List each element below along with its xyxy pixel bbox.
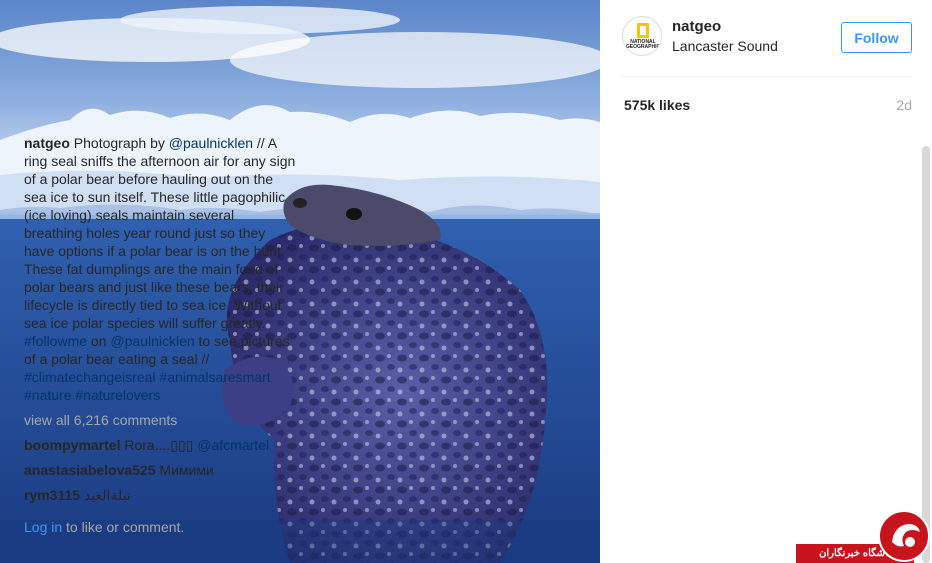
watermark: باشگاه خبرنگاران xyxy=(796,510,932,563)
login-link[interactable]: Log in xyxy=(24,519,62,535)
comment-username[interactable]: anastasiabelova525 xyxy=(24,462,156,478)
comment-mention[interactable]: @afcmartel xyxy=(197,437,269,453)
comments-scrollbar[interactable] xyxy=(920,146,932,563)
caption-text: on xyxy=(87,333,111,349)
post-caption: natgeo Photograph by @paulnicklen // A r… xyxy=(24,134,296,404)
comment-username[interactable]: boompymartel xyxy=(24,437,120,453)
login-prompt-text: to like or comment. xyxy=(62,519,185,535)
comment-text: Мимими xyxy=(159,462,214,478)
natgeo-logo-icon xyxy=(637,23,649,38)
comment-item: boompymartel Rora....▯▯▯ @afcmartel xyxy=(24,436,296,454)
caption-hashtag[interactable]: #followme xyxy=(24,333,87,349)
caption-hashtag[interactable]: #climatechangeisreal xyxy=(24,369,156,385)
caption-mention[interactable]: @paulnicklen xyxy=(169,135,253,151)
caption-hashtag[interactable]: #nature xyxy=(24,387,71,403)
post-stats: 575k likes 2d xyxy=(622,77,912,131)
post-time[interactable]: 2d xyxy=(896,97,912,113)
watermark-logo-icon xyxy=(878,510,930,562)
view-all-comments-link[interactable]: view all 6,216 comments xyxy=(24,411,296,429)
caption-text: Photograph by xyxy=(73,135,169,151)
post-side-panel: NATIONAL GEOGRAPHIC natgeo Lancaster Sou… xyxy=(600,0,932,563)
follow-button[interactable]: Follow xyxy=(841,22,912,53)
caption-hashtag[interactable]: #animalsaresmart xyxy=(159,369,270,385)
avatar-logo-text: NATIONAL GEOGRAPHIC xyxy=(625,39,661,50)
comment-item: anastasiabelova525 Мимими xyxy=(24,461,296,479)
caption-username[interactable]: natgeo xyxy=(24,135,70,151)
comments-list[interactable]: natgeo Photograph by @paulnicklen // A r… xyxy=(24,134,296,563)
comment-text: Rora....▯▯▯ xyxy=(124,437,198,453)
comment-item: rym3115 تبلةالعيد xyxy=(24,486,296,504)
scrollbar-thumb[interactable] xyxy=(922,146,930,563)
post-location[interactable]: Lancaster Sound xyxy=(672,38,778,54)
comment-text: تبلةالعيد xyxy=(83,487,131,503)
avatar[interactable]: NATIONAL GEOGRAPHIC xyxy=(622,16,662,56)
comment-username[interactable]: rym3115 xyxy=(24,487,80,503)
caption-text: // A ring seal sniffs the afternoon air … xyxy=(24,135,296,331)
caption-hashtag[interactable]: #naturelovers xyxy=(75,387,160,403)
login-prompt: Log in to like or comment. xyxy=(24,518,296,536)
post-header: NATIONAL GEOGRAPHIC natgeo Lancaster Sou… xyxy=(622,0,912,77)
likes-count[interactable]: 575k likes xyxy=(624,97,690,113)
post-username[interactable]: natgeo xyxy=(672,18,721,35)
caption-mention[interactable]: @paulnicklen xyxy=(110,333,194,349)
